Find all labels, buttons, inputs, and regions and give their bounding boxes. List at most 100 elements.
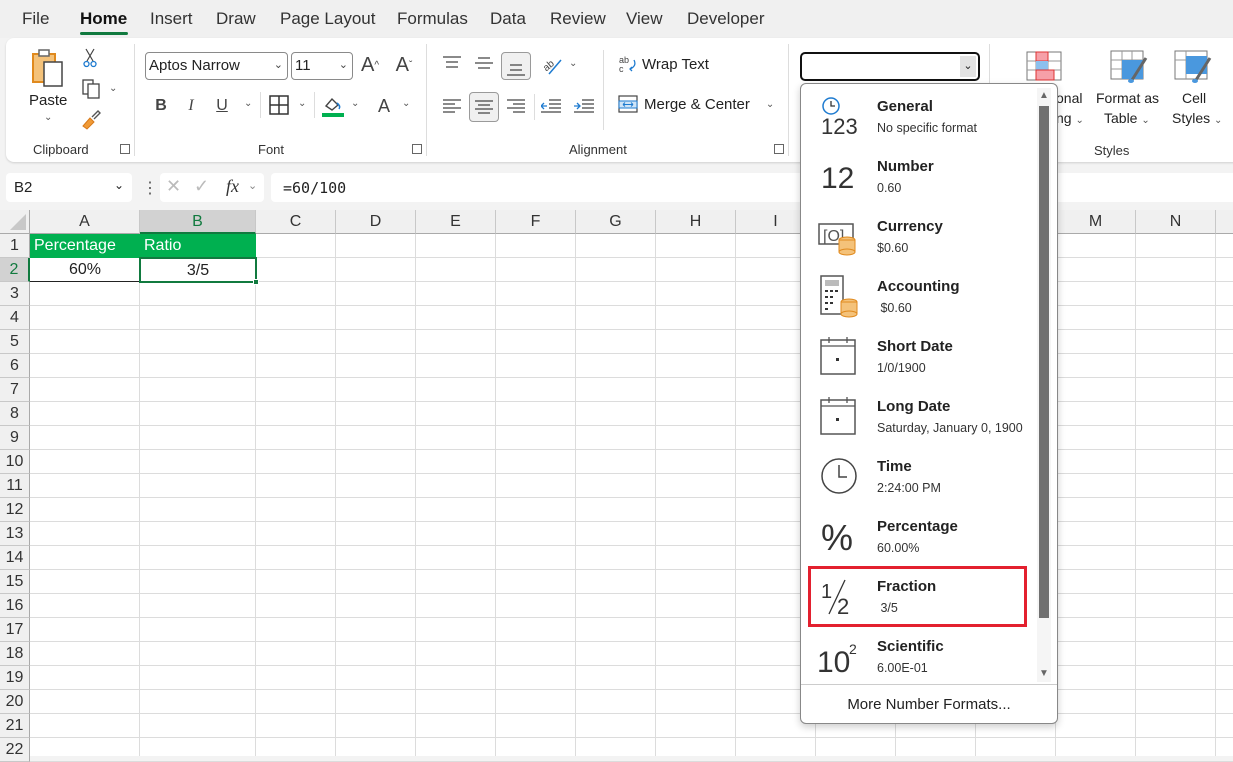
row-header-17[interactable]: 17 [0, 618, 30, 642]
copy-chevron-icon[interactable]: ⌄ [109, 83, 117, 94]
paste-chevron-icon[interactable]: ⌄ [44, 112, 52, 123]
format-option-scientific[interactable]: 10 2 Scientific 6.00E-01 [807, 626, 1033, 686]
column-header-H[interactable]: H [656, 210, 736, 234]
tab-draw[interactable]: Draw [216, 9, 256, 29]
row-header-10[interactable]: 10 [0, 450, 30, 474]
tab-review[interactable]: Review [550, 9, 606, 29]
bottom-align-button[interactable] [501, 52, 531, 80]
row-header-4[interactable]: 4 [0, 306, 30, 330]
tab-home[interactable]: Home [80, 9, 127, 29]
tab-developer[interactable]: Developer [687, 9, 765, 29]
format-option-number[interactable]: 12 Number 0.60 [807, 146, 1033, 206]
row-header-15[interactable]: 15 [0, 570, 30, 594]
row-header-2[interactable]: 2 [0, 258, 30, 282]
row-header-3[interactable]: 3 [0, 282, 30, 306]
orientation-chevron-icon[interactable]: ⌄ [569, 58, 577, 69]
font-size-dropdown[interactable]: 11 ⌄ [291, 52, 353, 80]
format-as-table-label-2[interactable]: Table ⌄ [1104, 110, 1150, 126]
align-right-button[interactable] [506, 96, 526, 116]
cell-A1[interactable]: Percentage [30, 234, 140, 258]
row-header-22[interactable]: 22 [0, 738, 30, 762]
italic-button[interactable]: I [182, 94, 200, 118]
borders-button[interactable] [268, 94, 290, 116]
format-option-currency[interactable]: [O] Currency $0.60 [807, 206, 1033, 266]
top-align-button[interactable] [442, 54, 462, 72]
increase-indent-button[interactable] [573, 96, 595, 116]
underline-chevron-icon[interactable]: ⌄ [244, 98, 252, 109]
bold-button[interactable]: B [152, 94, 170, 118]
tab-formulas[interactable]: Formulas [397, 9, 468, 29]
column-header-N[interactable]: N [1136, 210, 1216, 234]
cell-styles-label-2[interactable]: Styles ⌄ [1172, 110, 1222, 126]
column-header-A[interactable]: A [30, 210, 140, 234]
font-color-button[interactable]: A [374, 94, 394, 118]
cell-B1[interactable]: Ratio [140, 234, 256, 258]
chevron-down-icon[interactable]: ⌄ [248, 179, 257, 192]
format-option-long-date[interactable]: Long Date Saturday, January 0, 1900 [807, 386, 1033, 446]
font-color-chevron-icon[interactable]: ⌄ [402, 98, 410, 109]
align-center-button[interactable] [469, 92, 499, 122]
more-number-formats-button[interactable]: More Number Formats... [801, 684, 1057, 724]
increase-font-size-button[interactable]: A ^ [358, 52, 382, 78]
insert-function-button[interactable]: fx [226, 176, 239, 197]
column-header-C[interactable]: C [256, 210, 336, 234]
column-header-G[interactable]: G [576, 210, 656, 234]
format-painter-icon[interactable] [80, 108, 102, 130]
formula-input[interactable]: =60/100 [271, 173, 1233, 202]
row-header-6[interactable]: 6 [0, 354, 30, 378]
borders-chevron-icon[interactable]: ⌄ [298, 98, 306, 109]
more-options-icon[interactable]: ⋮ [142, 178, 158, 198]
row-header-19[interactable]: 19 [0, 666, 30, 690]
select-all-button[interactable] [0, 210, 30, 234]
tab-file[interactable]: File [22, 9, 49, 29]
format-option-accounting[interactable]: Accounting $0.60 [807, 266, 1033, 326]
scrollbar[interactable]: ▲ ▼ [1037, 88, 1051, 682]
row-header-21[interactable]: 21 [0, 714, 30, 738]
row-header-7[interactable]: 7 [0, 378, 30, 402]
tab-view[interactable]: View [626, 9, 663, 29]
format-option-time[interactable]: Time 2:24:00 PM [807, 446, 1033, 506]
column-header-B[interactable]: B [140, 210, 256, 234]
column-header-E[interactable]: E [416, 210, 496, 234]
row-header-16[interactable]: 16 [0, 594, 30, 618]
row-header-20[interactable]: 20 [0, 690, 30, 714]
decrease-font-size-button[interactable]: Aˇ [392, 52, 416, 78]
row-header-5[interactable]: 5 [0, 330, 30, 354]
underline-button[interactable]: U [213, 94, 231, 118]
cell-A2[interactable]: 60% [30, 258, 140, 282]
column-header-D[interactable]: D [336, 210, 416, 234]
fill-color-button[interactable] [322, 94, 344, 118]
conditional-formatting-label-2[interactable]: ng ⌄ [1056, 110, 1084, 126]
cut-icon[interactable] [82, 48, 98, 68]
column-header-F[interactable]: F [496, 210, 576, 234]
chevron-down-icon[interactable]: ⌄ [960, 56, 976, 77]
name-box[interactable]: B2 ⌄ [6, 173, 132, 202]
format-as-table-label-1[interactable]: Format as [1096, 90, 1159, 106]
wrap-text-button[interactable]: ab c Wrap Text [618, 54, 709, 74]
scroll-up-icon[interactable]: ▲ [1039, 90, 1049, 101]
scroll-down-icon[interactable]: ▼ [1039, 668, 1049, 679]
number-format-dropdown[interactable]: ⌄ [800, 52, 980, 81]
merge-center-button[interactable]: Merge & Center ⌄ [618, 94, 774, 114]
row-header-8[interactable]: 8 [0, 402, 30, 426]
column-header-M[interactable]: M [1056, 210, 1136, 234]
alignment-launcher-icon[interactable] [774, 144, 784, 154]
cell-styles-label-1[interactable]: Cell [1182, 90, 1206, 106]
row-header-14[interactable]: 14 [0, 546, 30, 570]
orientation-button[interactable]: ab [540, 54, 566, 76]
row-header-1[interactable]: 1 [0, 234, 30, 258]
font-launcher-icon[interactable] [412, 144, 422, 154]
row-header-12[interactable]: 12 [0, 498, 30, 522]
row-header-11[interactable]: 11 [0, 474, 30, 498]
scroll-thumb[interactable] [1039, 106, 1049, 618]
row-header-18[interactable]: 18 [0, 642, 30, 666]
row-header-13[interactable]: 13 [0, 522, 30, 546]
merge-chevron-icon[interactable]: ⌄ [766, 99, 774, 110]
conditional-formatting-label-1[interactable]: onal [1056, 90, 1082, 106]
column-header-partial[interactable] [1216, 210, 1233, 234]
clipboard-launcher-icon[interactable] [120, 144, 130, 154]
fill-handle[interactable] [253, 279, 259, 285]
copy-icon[interactable] [80, 78, 102, 100]
paste-button[interactable] [28, 46, 68, 92]
cancel-icon[interactable]: ✕ [166, 176, 181, 197]
